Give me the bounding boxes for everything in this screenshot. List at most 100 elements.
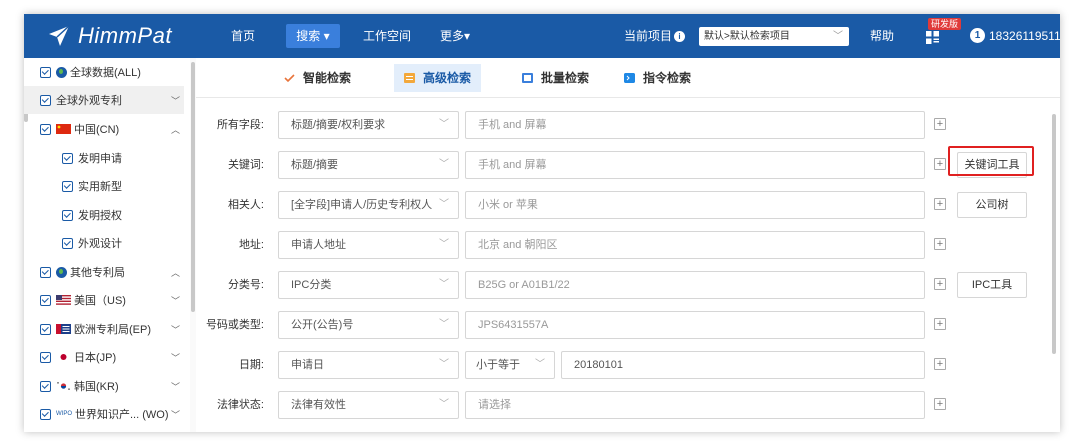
flag-cn-icon [56,124,71,134]
checkbox-checked[interactable] [40,380,51,392]
add-row-button[interactable]: + [934,238,946,250]
chevron-down-icon: ﹀ [439,119,449,130]
nav-workspace[interactable]: 工作空间 [363,14,411,58]
field-scope-select[interactable]: IPC分类 ﹀ [278,271,459,299]
keyword-input[interactable]: 手机 and 屏幕 [465,151,925,179]
date-input[interactable]: 20180101 [561,351,925,379]
add-row-button[interactable]: + [934,318,946,330]
field-scope-select[interactable]: 标题/摘要 ﹀ [278,151,459,179]
chevron-down-icon[interactable]: ﹀ [171,323,180,336]
field-label: 关键词: [227,159,264,171]
form-row-keyword: 关键词: 标题/摘要 ﹀ 手机 and 屏幕 + 关键词工具 [196,146,1060,180]
sidebar-item-label: 发明授权 [78,210,122,222]
tab-advanced-search[interactable]: 高级检索 [394,64,482,92]
nav-more[interactable]: 更多▾ [440,14,470,58]
date-type-select[interactable]: 申请日 ﹀ [278,351,459,379]
chevron-down-icon[interactable]: ﹀ [171,294,180,307]
field-label: 日期: [238,359,264,371]
field-scope-select[interactable]: [全字段]申请人/历史专利权人 ﹀ [278,191,459,219]
add-row-button[interactable]: + [934,158,946,170]
add-row-button[interactable]: + [934,358,946,370]
sidebar-item-jp[interactable]: 日本(JP) ﹀ [24,343,184,371]
sidebar-item-label: 全球外观专利 [56,95,122,107]
sidebar-item-invention-application[interactable]: 发明申请 [24,144,184,172]
date-operator-select[interactable]: 小于等于 ﹀ [465,351,555,379]
field-scope-select[interactable]: 标题/摘要/权利要求 ﹀ [278,111,459,139]
sidebar-item-other-offices[interactable]: 其他专利局 ︿ [24,258,184,286]
chevron-down-icon[interactable]: ﹀ [171,351,180,364]
add-row-button[interactable]: + [934,398,946,410]
sidebar-item-us[interactable]: 美国（US) ﹀ [24,286,184,314]
sidebar-item-wo[interactable]: WIPO 世界知识产... (WO) ﹀ [24,400,184,428]
number-input[interactable]: JPS6431557A [465,311,925,339]
ipc-tool-button[interactable]: IPC工具 [957,272,1027,298]
field-scope-select[interactable]: 申请人地址 ﹀ [278,231,459,259]
tab-command-search[interactable]: 指令检索 [614,64,701,92]
brand-logo[interactable]: HimmPat [48,23,172,49]
sidebar-item-label: 外观设计 [78,238,122,250]
form-row-related-party: 相关人: [全字段]申请人/历史专利权人 ﹀ 小米 or 苹果 + 公司树 [196,190,1060,220]
checkbox-checked[interactable] [40,294,51,306]
sidebar-item-kr[interactable]: 韩国(KR) ﹀ [24,372,184,400]
globe-icon [56,66,67,78]
advanced-search-icon [404,73,415,83]
company-tree-button[interactable]: 公司树 [957,192,1027,218]
tab-batch-search[interactable]: 批量检索 [512,64,599,92]
checkbox-checked[interactable] [62,152,73,164]
checkbox-checked[interactable] [62,180,73,192]
chevron-down-icon[interactable]: ﹀ [171,380,180,393]
add-row-button[interactable]: + [934,198,946,210]
checkbox-checked[interactable] [40,351,51,363]
sidebar-item-cn[interactable]: 中国(CN) ︿ [24,115,184,143]
form-row-legal-status: 法律状态: 法律有效性 ﹀ 请选择 + [196,390,1060,420]
info-icon[interactable]: i [674,31,686,43]
add-row-button[interactable]: + [934,278,946,290]
sidebar-scrollbar[interactable] [191,62,195,312]
checkbox-checked[interactable] [40,408,51,420]
main-scrollbar[interactable] [1052,114,1056,354]
chevron-up-icon[interactable]: ︿ [171,266,180,279]
sidebar-item-global-design[interactable]: 全球外观专利 ﹀ [24,86,184,114]
current-project-text: 当前项目 [624,29,673,43]
sidebar-item-label: 日本(JP) [74,352,117,364]
user-avatar[interactable]: 1 [970,28,985,43]
user-account[interactable]: 18326119511 [989,14,1060,58]
field-scope-select[interactable]: 公开(公告)号 ﹀ [278,311,459,339]
wipo-icon: WIPO [56,411,72,417]
sidebar-item-utility-model[interactable]: 实用新型 [24,172,184,200]
chevron-down-icon[interactable]: ﹀ [171,408,180,421]
address-input[interactable]: 北京 and 朝阳区 [465,231,925,259]
flag-ep-icon [56,324,71,334]
tab-smart-search[interactable]: 智能检索 [274,64,361,92]
project-select[interactable]: 默认>默认检索项目 ﹀ [699,27,849,46]
checkbox-checked[interactable] [40,66,51,78]
checkbox-checked[interactable] [40,123,51,135]
related-party-input[interactable]: 小米 or 苹果 [465,191,925,219]
apps-grid-icon[interactable] [926,31,939,44]
checkbox-checked[interactable] [62,237,73,249]
field-scope-select[interactable]: 法律有效性 ﹀ [278,391,459,419]
checkbox-checked[interactable] [40,94,51,106]
sidebar-item-invention-grant[interactable]: 发明授权 [24,201,184,229]
sidebar-item-all[interactable]: 全球数据(ALL) [24,58,184,86]
classification-input[interactable]: B25G or A01B1/22 [465,271,925,299]
flag-us-icon [56,295,71,305]
legal-status-input[interactable]: 请选择 [465,391,925,419]
sidebar-item-label: 实用新型 [78,181,122,193]
all-fields-input[interactable]: 手机 and 屏幕 [465,111,925,139]
sidebar-item-label: 韩国(KR) [74,381,119,393]
sidebar-item-design[interactable]: 外观设计 [24,229,184,257]
chevron-down-icon[interactable]: ﹀ [171,94,180,107]
sidebar-item-ep[interactable]: 欧洲专利局(EP) ﹀ [24,315,184,343]
nav-help[interactable]: 帮助 [870,14,894,58]
select-value: [全字段]申请人/历史专利权人 [291,199,433,211]
nav-home[interactable]: 首页 [231,14,255,58]
checkbox-checked[interactable] [40,323,51,335]
chevron-up-icon[interactable]: ︿ [171,123,180,136]
nav-search-menu[interactable]: 搜索 ▾ [286,24,340,48]
checkbox-checked[interactable] [40,266,51,278]
checkbox-checked[interactable] [62,209,73,221]
select-value: 标题/摘要 [291,159,339,171]
chevron-down-icon: ﹀ [439,279,449,290]
add-row-button[interactable]: + [934,118,946,130]
